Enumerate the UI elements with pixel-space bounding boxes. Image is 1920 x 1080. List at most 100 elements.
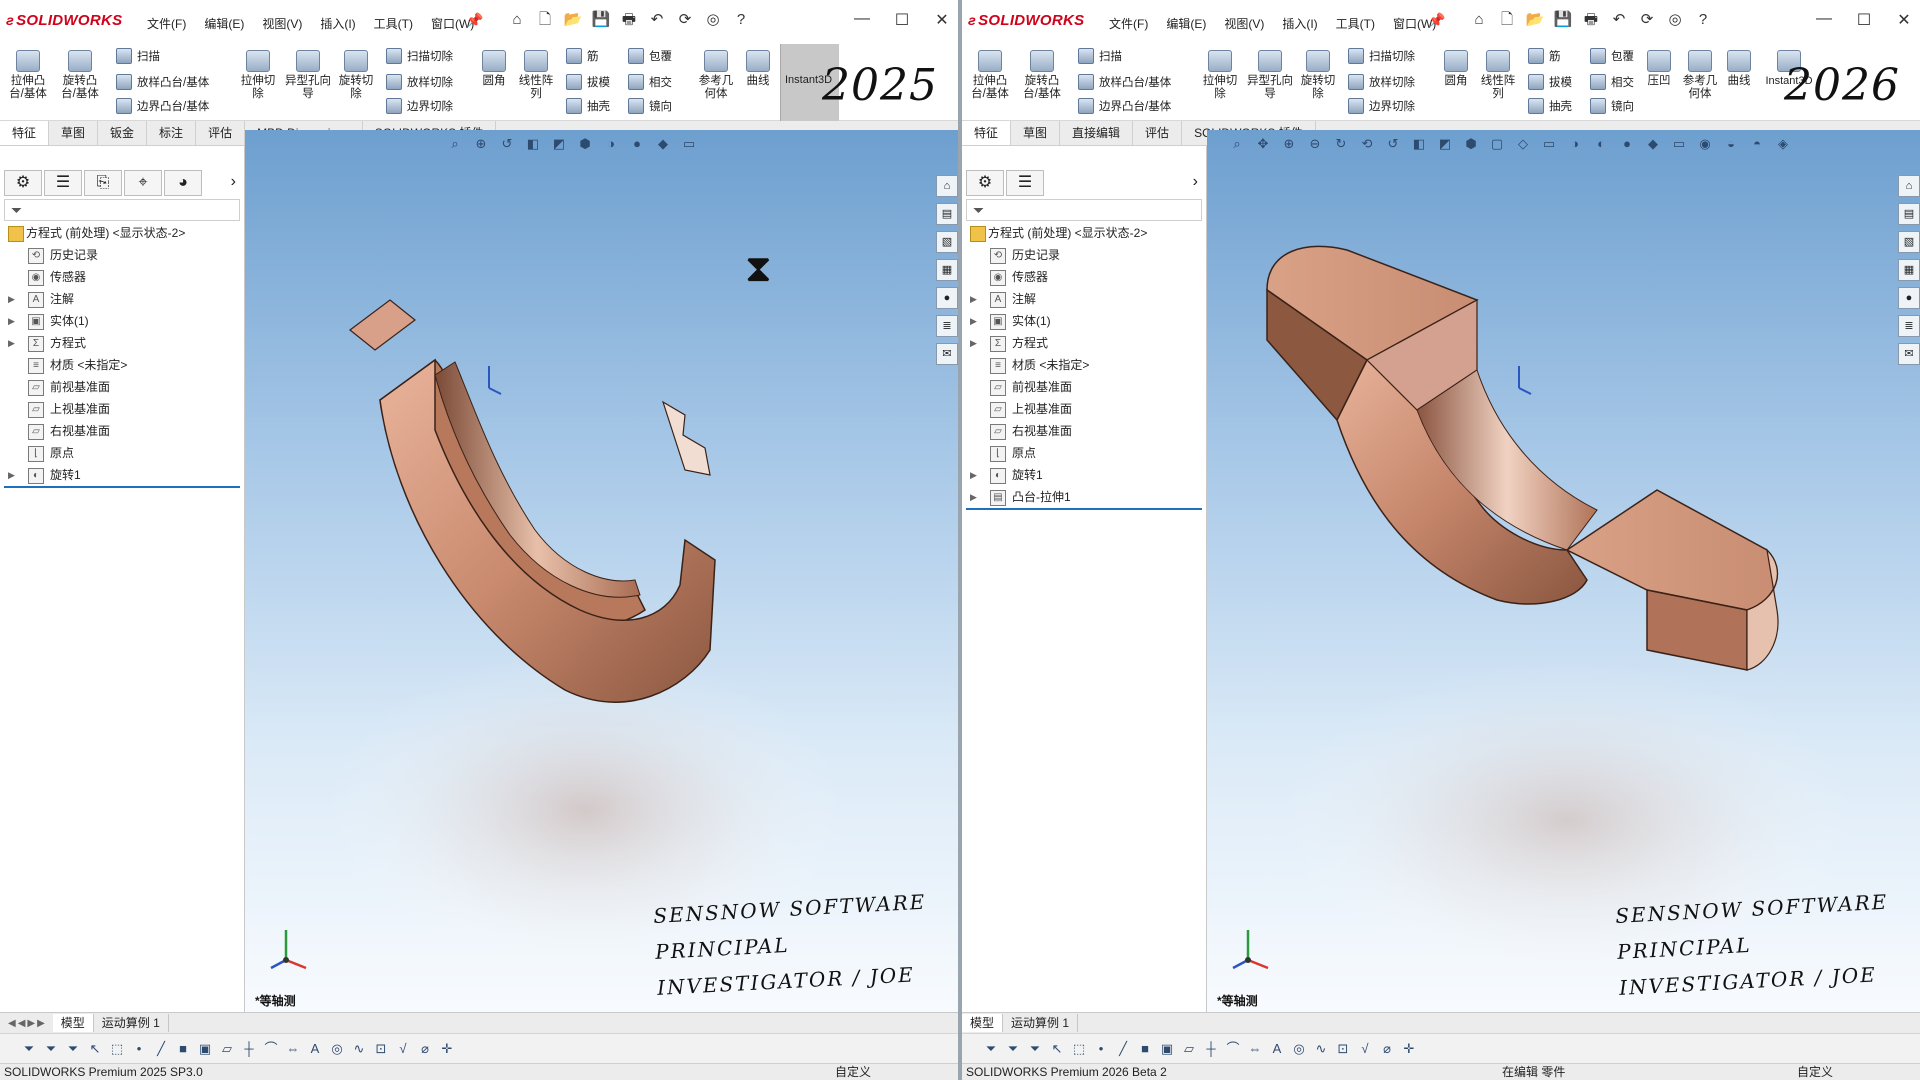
- expand-icon[interactable]: ▶: [970, 288, 977, 310]
- surface-finish-icon[interactable]: √: [394, 1040, 412, 1058]
- select-cursor-icon[interactable]: ↖: [86, 1040, 104, 1058]
- print-icon[interactable]: 🖶: [617, 10, 641, 30]
- menu-insert[interactable]: 插入(I): [311, 15, 364, 32]
- edge-icon[interactable]: ╱: [1114, 1040, 1132, 1058]
- status-units[interactable]: 自定义: [1797, 1064, 1833, 1080]
- menu-tools[interactable]: 工具(T): [365, 15, 422, 32]
- extrude-cut-button[interactable]: 拉伸切除: [238, 50, 278, 101]
- filter-toggle-icon[interactable]: ⏷: [1026, 1040, 1044, 1058]
- home-icon[interactable]: ⌂: [505, 10, 529, 30]
- extrude-boss-button[interactable]: 拉伸凸台/基体: [8, 50, 48, 101]
- part-model-2025[interactable]: [245, 130, 958, 1012]
- tree-item-history[interactable]: ⟲ 历史记录: [966, 244, 1202, 266]
- tree-item-right-plane[interactable]: ▱ 右视基准面: [966, 420, 1202, 442]
- property-manager-icon[interactable]: ☰: [1006, 170, 1044, 196]
- part-model-2026[interactable]: [1207, 130, 1920, 1012]
- rib-button[interactable]: 筋: [566, 48, 599, 64]
- property-manager-icon[interactable]: ☰: [44, 170, 82, 196]
- boundary-boss-button[interactable]: 边界凸台/基体: [1078, 98, 1171, 114]
- tree-filter[interactable]: ⏷: [966, 199, 1202, 221]
- tab-evaluate[interactable]: 评估: [196, 121, 246, 145]
- pin-icon[interactable]: 📌: [466, 12, 483, 29]
- reference-geometry-button[interactable]: 参考几何体: [694, 50, 738, 101]
- loft-boss-button[interactable]: 放样凸台/基体: [116, 74, 209, 90]
- close-icon[interactable]: ✕: [932, 10, 952, 30]
- balloon-icon[interactable]: ◎: [328, 1040, 346, 1058]
- home-icon[interactable]: ⌂: [1467, 10, 1491, 30]
- selection-filter-icon[interactable]: ⏷: [982, 1040, 1000, 1058]
- center-mark-icon[interactable]: ✛: [1400, 1040, 1418, 1058]
- curves-button[interactable]: 曲线: [742, 50, 774, 88]
- configuration-manager-icon[interactable]: ⎘: [84, 170, 122, 196]
- tab-motion-study[interactable]: 运动算例 1: [1003, 1014, 1079, 1032]
- swept-cut-button[interactable]: 扫描切除: [1348, 48, 1415, 64]
- tree-item-origin[interactable]: ⌊ 原点: [966, 442, 1202, 464]
- wrap-button[interactable]: 包覆: [628, 48, 672, 64]
- solid-icon[interactable]: ▣: [196, 1040, 214, 1058]
- tree-item-material[interactable]: ≡ 材质 <未指定>: [966, 354, 1202, 376]
- open-file-icon[interactable]: 📂: [1523, 10, 1547, 30]
- vertex-icon[interactable]: •: [1092, 1040, 1110, 1058]
- tab-sketch[interactable]: 草图: [49, 121, 99, 145]
- sweep-button[interactable]: 扫描: [116, 48, 160, 64]
- menu-insert[interactable]: 插入(I): [1273, 15, 1326, 32]
- shell-button[interactable]: 抽壳: [566, 98, 610, 114]
- axis-icon[interactable]: ┼: [240, 1040, 258, 1058]
- tree-item-right-plane[interactable]: ▱ 右视基准面: [4, 420, 240, 442]
- loft-boss-button[interactable]: 放样凸台/基体: [1078, 74, 1171, 90]
- maximize-icon[interactable]: ☐: [892, 10, 912, 30]
- dimension-icon[interactable]: ⇔: [1246, 1040, 1264, 1058]
- open-file-icon[interactable]: 📂: [561, 10, 585, 30]
- hole-wizard-button[interactable]: 异型孔向导: [1246, 50, 1294, 101]
- status-units[interactable]: 自定义: [835, 1064, 871, 1080]
- plane-filter-icon[interactable]: ▱: [218, 1040, 236, 1058]
- tree-filter[interactable]: ⏷: [4, 199, 240, 221]
- datum-icon[interactable]: ⊡: [1334, 1040, 1352, 1058]
- center-mark-icon[interactable]: ✛: [438, 1040, 456, 1058]
- tab-sketch[interactable]: 草图: [1011, 121, 1061, 145]
- save-icon[interactable]: 💾: [1551, 10, 1575, 30]
- print-icon[interactable]: 🖶: [1579, 10, 1603, 30]
- tree-item-revolve1[interactable]: ▶ ◐ 旋转1: [4, 464, 240, 486]
- dimension-icon[interactable]: ⇔: [284, 1040, 302, 1058]
- tab-model[interactable]: 模型: [52, 1014, 94, 1032]
- intersect-button[interactable]: 相交: [628, 74, 672, 90]
- tree-item-boss-extrude1[interactable]: ▶ ▤ 凸台-拉伸1: [966, 486, 1202, 508]
- tab-motion-study[interactable]: 运动算例 1: [94, 1014, 169, 1032]
- rib-button[interactable]: 筋: [1528, 48, 1561, 64]
- new-file-icon[interactable]: 🗋: [1495, 10, 1519, 30]
- menu-view[interactable]: 视图(V): [253, 15, 311, 32]
- lofted-cut-button[interactable]: 放样切除: [1348, 74, 1415, 90]
- feature-manager-icon[interactable]: ⚙: [4, 170, 42, 196]
- sketch-icon[interactable]: ⌒: [262, 1040, 280, 1058]
- expand-icon[interactable]: ▶: [970, 486, 977, 508]
- expand-icon[interactable]: ▶: [8, 332, 15, 354]
- lofted-cut-button[interactable]: 放样切除: [386, 74, 453, 90]
- reference-geometry-button[interactable]: 参考几何体: [1678, 50, 1722, 101]
- linear-pattern-button[interactable]: 线性阵列: [514, 50, 558, 101]
- tab-direct-editing[interactable]: 直接编辑: [1060, 121, 1134, 145]
- tree-root[interactable]: 方程式 (前处理) <显示状态-2>: [4, 222, 240, 244]
- tree-item-sensors[interactable]: ◉ 传感器: [4, 266, 240, 288]
- intersect-button[interactable]: 相交: [1590, 74, 1634, 90]
- minimize-icon[interactable]: —: [1814, 10, 1834, 30]
- note-icon[interactable]: A: [1268, 1040, 1286, 1058]
- face-icon[interactable]: ■: [174, 1040, 192, 1058]
- menu-edit[interactable]: 编辑(E): [1157, 15, 1215, 32]
- menu-view[interactable]: 视图(V): [1215, 15, 1273, 32]
- pin-icon[interactable]: 📌: [1428, 12, 1445, 29]
- revolve-boss-button[interactable]: 旋转凸台/基体: [1022, 50, 1062, 101]
- tree-item-material[interactable]: ≡ 材质 <未指定>: [4, 354, 240, 376]
- graphics-area[interactable]: ⌕ ⊕ ↺ ◧ ◩ ⬢ ◑ ● ◆ ▭ ⌂ ▤ ▧ ▦ ● ≣ ✉ ⧗ *等轴测…: [245, 130, 958, 1012]
- close-icon[interactable]: ✕: [1894, 10, 1914, 30]
- filter-toggle-icon[interactable]: ⏷: [64, 1040, 82, 1058]
- expand-icon[interactable]: ▶: [8, 464, 15, 486]
- extrude-cut-button[interactable]: 拉伸切除: [1200, 50, 1240, 101]
- tree-item-top-plane[interactable]: ▱ 上视基准面: [4, 398, 240, 420]
- tree-item-front-plane[interactable]: ▱ 前视基准面: [966, 376, 1202, 398]
- fillet-button[interactable]: 圆角: [1440, 50, 1472, 88]
- selection-filter-icon[interactable]: ⏷: [20, 1040, 38, 1058]
- chevron-right-icon[interactable]: ›: [231, 173, 236, 191]
- tree-item-equations[interactable]: ▶ Σ 方程式: [966, 332, 1202, 354]
- help-icon[interactable]: ?: [729, 10, 753, 30]
